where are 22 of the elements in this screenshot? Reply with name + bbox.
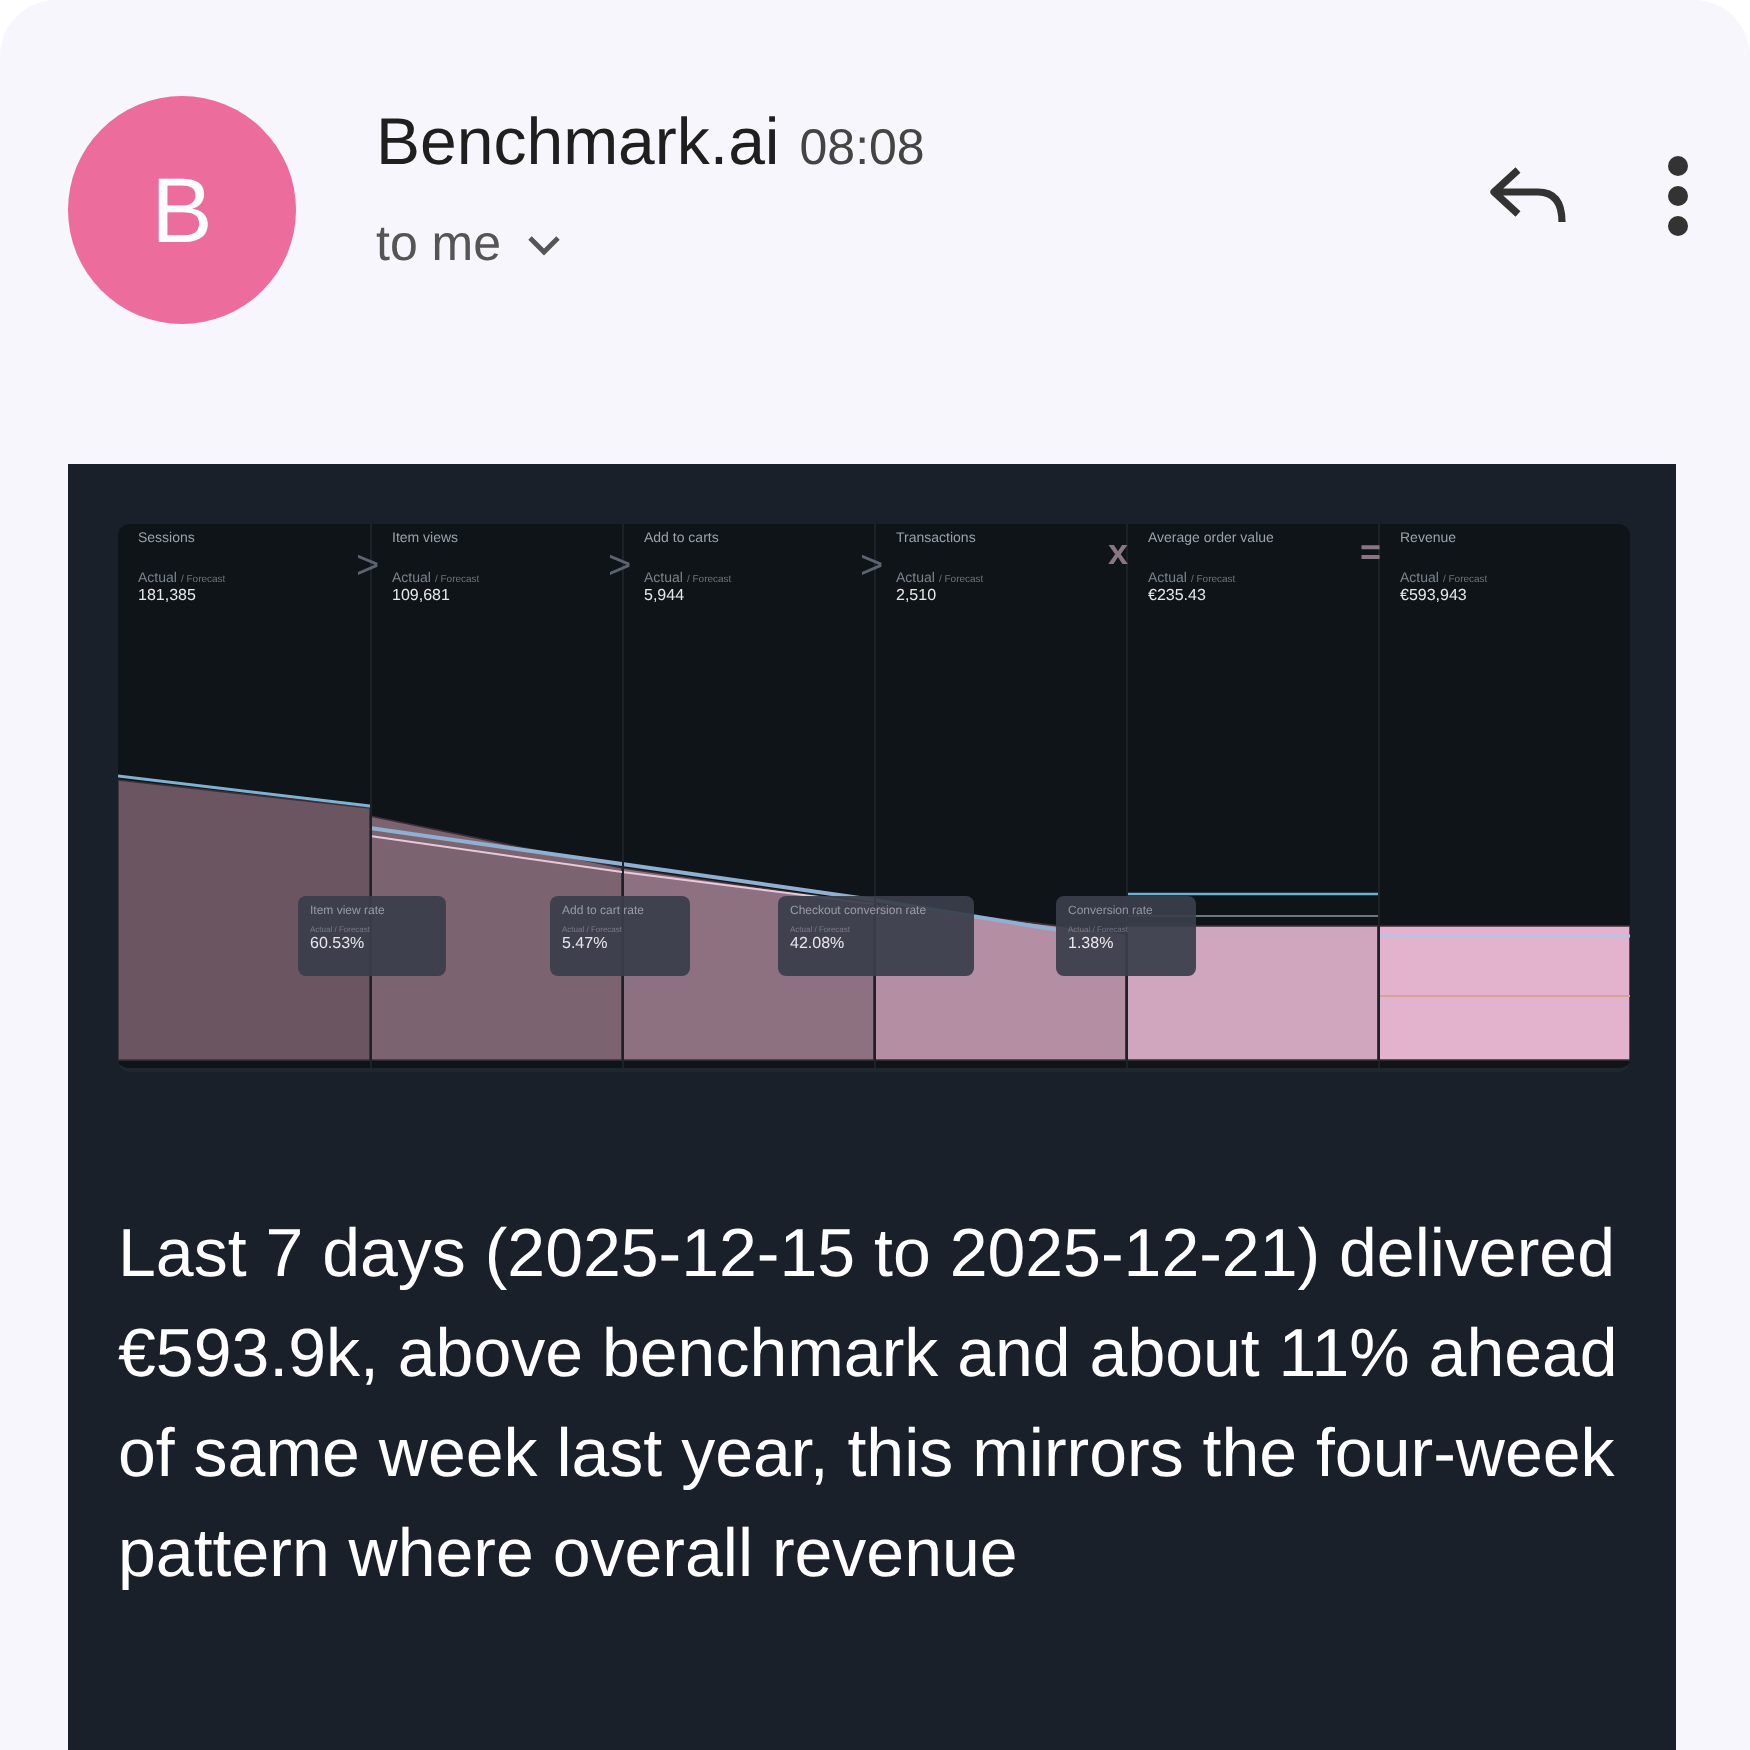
rate-value: 60.53% — [310, 934, 367, 952]
operator-chevron-icon: > — [356, 544, 380, 590]
rate-value: 1.38% — [1068, 934, 1116, 952]
equals-icon: = — [1360, 532, 1382, 574]
stage-value: 109,681 — [392, 586, 450, 604]
stage-value: 181,385 — [138, 586, 196, 604]
rate-value: 5.47% — [562, 934, 610, 952]
message-paragraph: Last 7 days (2025-12-15 to 2025-12-21) delivered €593.9k, above benchmark and about 11% ahead of same week last year, this mirrors the four-week pattern where overall revenue — [118, 1214, 1620, 1596]
chevron-down-icon — [525, 233, 562, 257]
rate-value: 42.08% — [790, 934, 847, 952]
sender-avatar: B — [68, 96, 296, 324]
recipient-toggle[interactable]: to me — [376, 216, 562, 274]
sender-name: Benchmark.ai — [376, 104, 780, 180]
multiply-icon: x — [1108, 532, 1129, 574]
sent-time: 08:08 — [799, 120, 925, 178]
more-options-button[interactable] — [1666, 156, 1690, 236]
operator-chevron-icon: > — [608, 544, 632, 590]
operator-chevron-icon: > — [860, 544, 884, 590]
stage-value: 2,510 — [896, 586, 937, 604]
stage-value: 5,944 — [644, 586, 685, 604]
stage-value: €235.43 — [1148, 586, 1206, 604]
stage-value: €593,943 — [1400, 586, 1467, 604]
